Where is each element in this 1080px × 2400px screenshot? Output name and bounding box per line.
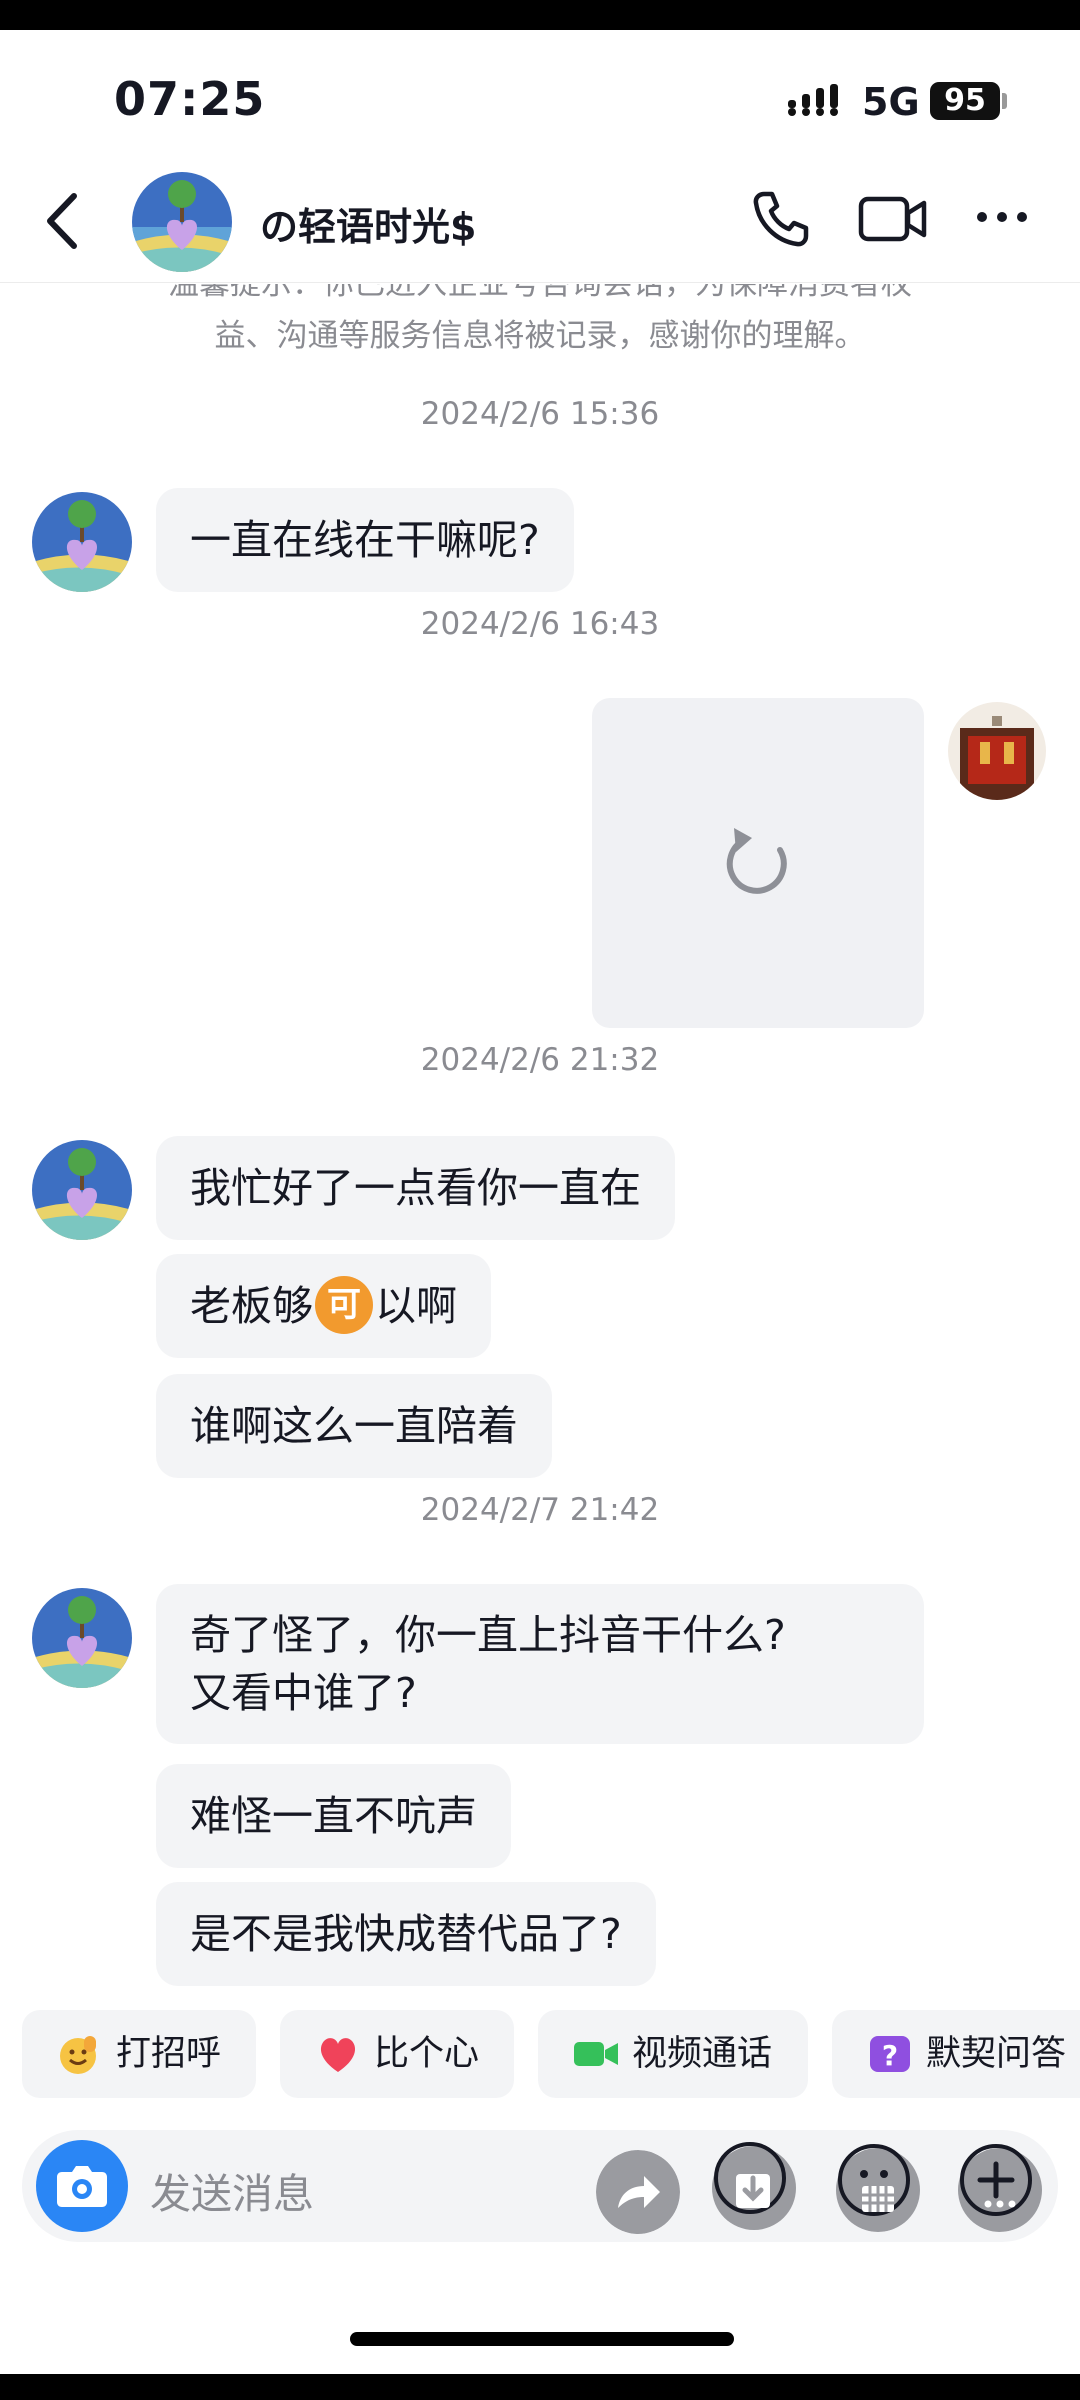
quick-action-greet[interactable]: 打招呼 xyxy=(22,2010,256,2098)
image-message-loading[interactable] xyxy=(592,698,924,1028)
more-icon[interactable] xyxy=(974,206,1030,228)
timestamp: 2024/2/6 16:43 xyxy=(420,606,660,642)
back-arrow-icon[interactable] xyxy=(40,190,88,252)
timestamp: 2024/2/6 15:36 xyxy=(420,396,660,432)
message-bubble[interactable]: 谁啊这么一直陪着 xyxy=(156,1374,552,1478)
contact-name: の轻语时光$ xyxy=(260,205,477,249)
message-bubble[interactable]: 一直在线在干嘛呢? xyxy=(156,488,574,592)
notice-line-2: 益、沟通等服务信息将被记录，感谢你的理解。 xyxy=(214,318,866,354)
message-bubble[interactable]: 难怪一直不吭声 xyxy=(156,1764,511,1868)
message-line: 奇了怪了，你一直上抖音干什么? xyxy=(190,1611,786,1659)
download-icon[interactable] xyxy=(710,2140,798,2232)
timestamp: 2024/2/7 21:42 xyxy=(420,1492,660,1528)
plus-icon[interactable] xyxy=(952,2140,1046,2232)
timestamp: 2024/2/6 21:32 xyxy=(420,1042,660,1078)
message-line: 又看中谁了? xyxy=(190,1669,417,1717)
quick-action-heart[interactable]: 比个心 xyxy=(280,2010,514,2098)
network-type: 5G xyxy=(862,80,920,124)
contact-avatar[interactable] xyxy=(132,172,232,272)
top-edge xyxy=(0,0,1080,30)
message-input[interactable]: 发送消息 xyxy=(150,2160,314,2220)
phone-icon[interactable] xyxy=(750,188,812,250)
reload-icon xyxy=(726,828,787,894)
video-camera-icon[interactable] xyxy=(858,194,928,244)
sender-avatar[interactable] xyxy=(32,1140,132,1240)
question-icon: ? xyxy=(870,2036,910,2072)
message-bubble[interactable]: 是不是我快成替代品了? xyxy=(156,1882,656,1986)
quick-action-label: 视频通话 xyxy=(632,2034,773,2074)
notice-line-1: 温馨提示：你已进入企业号咨询会话，为保障消费者权 xyxy=(168,284,912,302)
emoji-icon[interactable] xyxy=(832,2140,924,2232)
system-notice: 温馨提示：你已进入企业号咨询会话，为保障消费者权 益、沟通等服务信息将被记录，感… xyxy=(0,284,1080,364)
home-indicator[interactable] xyxy=(350,2332,734,2346)
message-input-bar: 发送消息 xyxy=(22,2130,1058,2242)
header-divider xyxy=(0,282,1080,283)
share-icon[interactable] xyxy=(596,2150,680,2234)
my-avatar[interactable] xyxy=(948,702,1046,800)
chat-header: の轻语时光$ xyxy=(0,160,1080,284)
quick-action-video-call[interactable]: 视频通话 xyxy=(538,2010,808,2098)
quick-action-label: 比个心 xyxy=(374,2034,480,2074)
signal-icon xyxy=(788,84,838,116)
bottom-edge xyxy=(0,2374,1080,2400)
quick-action-label: 打招呼 xyxy=(116,2034,222,2074)
quick-action-label: 默契问答 xyxy=(926,2034,1067,2074)
quick-action-quiz[interactable]: ? 默契问答 xyxy=(832,2010,1080,2098)
status-time: 07:25 xyxy=(114,72,266,126)
heart-icon xyxy=(320,2038,356,2072)
camera-button[interactable] xyxy=(36,2140,128,2232)
battery-level: 95 xyxy=(930,82,1000,120)
wave-hand-icon xyxy=(60,2036,96,2074)
camera-icon xyxy=(57,2166,107,2207)
svg-text:?: ? xyxy=(882,2039,898,2072)
sender-avatar[interactable] xyxy=(32,492,132,592)
message-bubble[interactable]: 老板够可以啊 xyxy=(156,1254,491,1358)
message-bubble[interactable]: 我忙好了一点看你一直在 xyxy=(156,1136,675,1240)
emoji-ke-icon: 可 xyxy=(315,1276,373,1334)
sender-avatar[interactable] xyxy=(32,1588,132,1688)
message-text: 老板够 xyxy=(190,1282,313,1330)
message-bubble[interactable]: 奇了怪了，你一直上抖音干什么? 又看中谁了? xyxy=(156,1584,924,1744)
battery-tip xyxy=(1002,93,1007,109)
message-text: 以啊 xyxy=(375,1282,457,1330)
video-call-icon xyxy=(574,2042,618,2066)
